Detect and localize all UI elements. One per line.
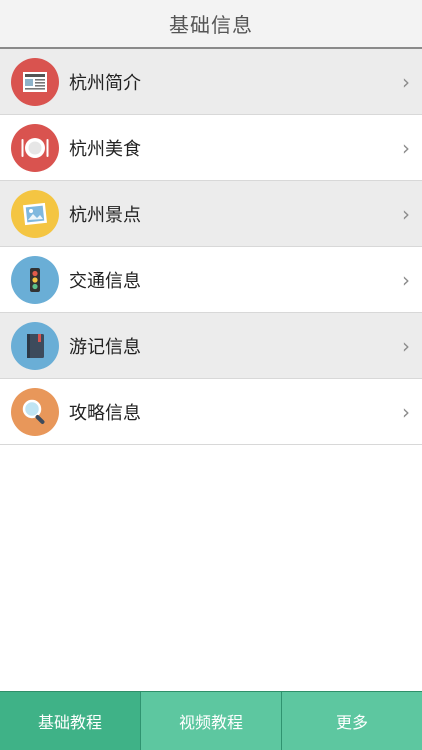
nav-bar: 基础信息 xyxy=(0,0,422,49)
list-item-label: 游记信息 xyxy=(69,336,141,358)
chevron-right-icon: › xyxy=(402,333,410,358)
menu-list: 杭州简介 › 杭州美食 › 杭州景点 › 交通信息 › 游记信息 › 攻略信息 … xyxy=(0,49,422,445)
list-item-label: 攻略信息 xyxy=(69,402,141,424)
tab-label: 基础教程 xyxy=(37,713,102,732)
plate-cutlery-icon xyxy=(11,123,59,172)
list-item-label: 杭州美食 xyxy=(69,138,141,160)
newspaper-icon xyxy=(11,57,59,106)
magnifier-icon xyxy=(11,387,59,436)
notebook-icon xyxy=(11,321,59,370)
page-title: 基础信息 xyxy=(169,13,253,37)
traffic-light-icon xyxy=(11,255,59,304)
tab-label: 更多 xyxy=(335,713,368,732)
list-item-guide[interactable]: 攻略信息 › xyxy=(0,379,422,445)
tab-label: 视频教程 xyxy=(178,713,243,732)
list-item-label: 杭州简介 xyxy=(69,72,141,94)
chevron-right-icon: › xyxy=(402,399,410,424)
list-item-attractions[interactable]: 杭州景点 › xyxy=(0,181,422,247)
tab-video-tutorial[interactable]: 视频教程 xyxy=(141,692,282,750)
chevron-right-icon: › xyxy=(402,267,410,292)
tab-basic-tutorial[interactable]: 基础教程 xyxy=(0,692,141,750)
picture-icon xyxy=(11,189,59,238)
list-item-intro[interactable]: 杭州简介 › xyxy=(0,49,422,115)
chevron-right-icon: › xyxy=(402,69,410,94)
list-item-label: 杭州景点 xyxy=(69,204,141,226)
list-item-travelogue[interactable]: 游记信息 › xyxy=(0,313,422,379)
list-item-traffic[interactable]: 交通信息 › xyxy=(0,247,422,313)
chevron-right-icon: › xyxy=(402,135,410,160)
tab-more[interactable]: 更多 xyxy=(282,692,422,750)
chevron-right-icon: › xyxy=(402,201,410,226)
list-item-label: 交通信息 xyxy=(69,270,141,292)
tab-bar: 基础教程 视频教程 更多 xyxy=(0,691,422,750)
list-item-food[interactable]: 杭州美食 › xyxy=(0,115,422,181)
